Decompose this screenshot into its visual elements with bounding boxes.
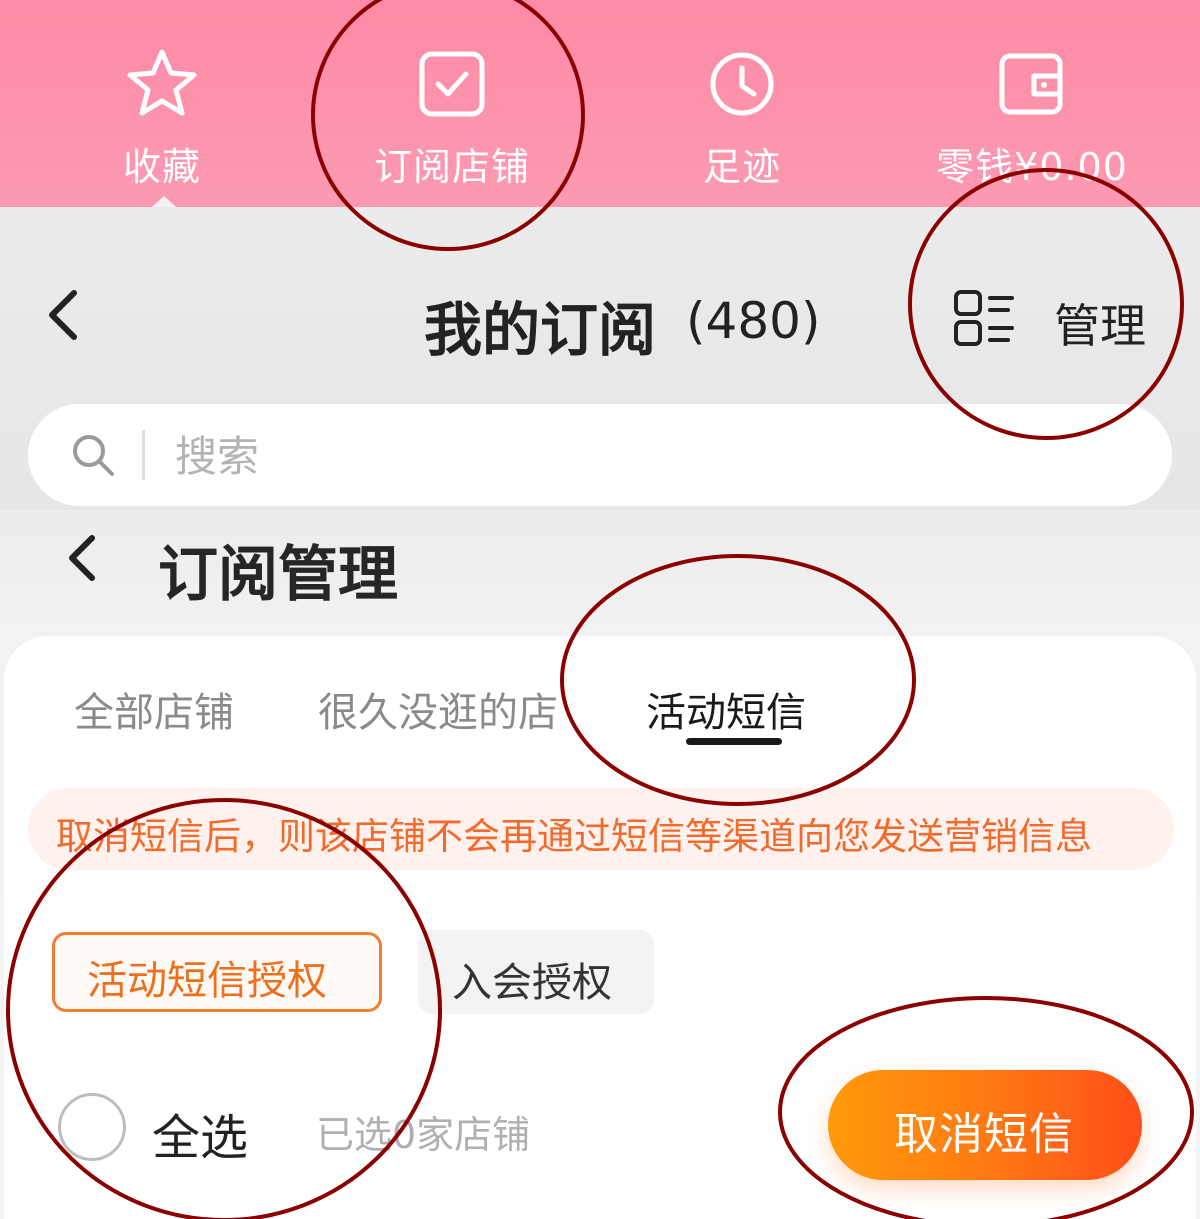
nav-item-label: 订阅店铺	[373, 145, 530, 189]
star-icon	[127, 49, 197, 116]
search-divider	[142, 430, 145, 480]
clock-icon	[710, 52, 774, 116]
search-icon	[73, 435, 114, 476]
tab-long-unvisited-shops[interactable]: 很久没逛的店	[318, 680, 558, 738]
subscription-count: (480)	[686, 292, 821, 350]
manage-list-icon[interactable]	[952, 288, 1018, 350]
checkbox-icon	[419, 51, 485, 117]
nav-item-label: 收藏	[122, 145, 201, 189]
notice-text: 取消短信后，则该店铺不会再通过短信等渠道向您发送营销信息	[56, 815, 1092, 858]
nav-item-label: 零钱¥0.00	[936, 145, 1128, 189]
page-title: 我的订阅	[424, 296, 657, 364]
tab-activity-sms[interactable]: 活动短信	[646, 680, 806, 738]
manage-button[interactable]: 管理	[1054, 290, 1146, 356]
search-input[interactable]	[175, 424, 1075, 488]
nav-item-label: 足迹	[702, 145, 781, 189]
nav-item-footprints[interactable]: 足迹	[612, 46, 872, 191]
active-tab-indicator	[686, 738, 782, 745]
chevron-left-icon[interactable]	[40, 285, 90, 345]
active-nav-indicator	[152, 196, 176, 207]
nav-item-favorites[interactable]: 收藏	[32, 46, 292, 191]
chip-label: 活动短信授权	[87, 958, 327, 1004]
sub-page-title: 订阅管理	[158, 540, 398, 610]
chip-label: 入会授权	[452, 960, 612, 1006]
select-all-label[interactable]: 全选	[152, 1098, 248, 1168]
tab-all-shops[interactable]: 全部店铺	[74, 680, 234, 738]
nav-item-wallet[interactable]: 零钱¥0.00	[902, 46, 1162, 191]
select-all-radio[interactable]	[58, 1093, 126, 1161]
chevron-left-icon[interactable]	[62, 530, 106, 586]
cancel-sms-button-label: 取消短信	[894, 1109, 1074, 1160]
wallet-icon	[999, 53, 1063, 115]
nav-item-subscribed-shops[interactable]: 订阅店铺	[322, 46, 582, 191]
selected-count-text: 已选0家店铺	[316, 1113, 531, 1157]
